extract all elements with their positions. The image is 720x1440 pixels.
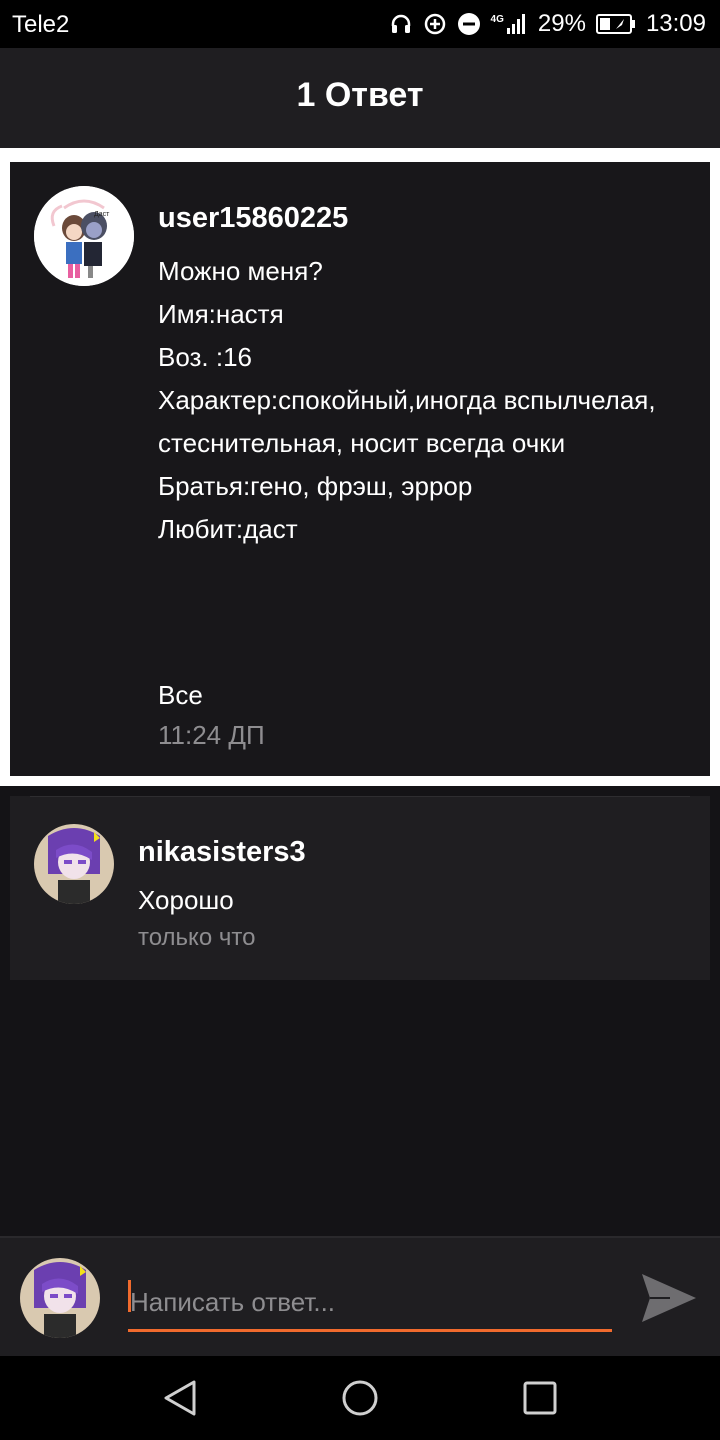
network-type-label: 4G bbox=[490, 14, 504, 25]
avatar-handwriting: Даст bbox=[94, 211, 110, 218]
data-saver-icon bbox=[423, 12, 447, 36]
post-line: Можно меня? bbox=[158, 256, 323, 286]
recents-icon bbox=[523, 1381, 557, 1415]
carrier-label: Tele2 bbox=[12, 11, 70, 38]
clock: 13:09 bbox=[645, 10, 706, 37]
text-caret bbox=[128, 1280, 131, 1312]
current-user-avatar bbox=[20, 1258, 100, 1338]
post-line: Любит:даст bbox=[158, 514, 298, 544]
headphones-icon bbox=[389, 12, 413, 36]
post-line: Воз. :16 bbox=[158, 342, 253, 372]
home-button[interactable] bbox=[340, 1378, 380, 1418]
post-author-avatar[interactable]: Даст bbox=[34, 186, 134, 286]
post-username[interactable]: user15860225 bbox=[158, 202, 348, 235]
signal-icon: 4G bbox=[491, 13, 528, 35]
home-icon bbox=[342, 1380, 378, 1416]
dnd-icon bbox=[457, 12, 481, 36]
post-body: Можно меня? Имя:настя Воз. :16 Характер:… bbox=[158, 250, 678, 551]
post-line: Имя:настя bbox=[158, 299, 284, 329]
reply-author-avatar[interactable] bbox=[34, 824, 114, 904]
battery-percent: 29% bbox=[537, 10, 586, 37]
reply-item: nikasisters3 Хорошо только что bbox=[10, 796, 710, 980]
reply-composer bbox=[0, 1236, 720, 1358]
system-nav-bar bbox=[0, 1356, 720, 1440]
reply-text: Хорошо bbox=[138, 885, 234, 915]
post-line: Братья:гено, фрэш, эррор bbox=[158, 471, 473, 501]
battery-icon bbox=[595, 13, 636, 35]
send-button[interactable] bbox=[640, 1272, 698, 1324]
status-icons: 4G 29% 13:09 bbox=[389, 9, 706, 39]
post-line: Характер:спокойный,иногда вспылчелая, ст… bbox=[158, 385, 663, 458]
post-tail: Все bbox=[158, 680, 203, 710]
back-icon bbox=[164, 1380, 196, 1416]
back-button[interactable] bbox=[160, 1378, 200, 1418]
reply-username[interactable]: nikasisters3 bbox=[138, 836, 306, 869]
status-bar: Tele2 4G 29% 13:09 bbox=[0, 0, 720, 48]
reply-input[interactable] bbox=[128, 1276, 612, 1332]
header-bar: 1 Ответ bbox=[0, 48, 720, 152]
page-title: 1 Ответ bbox=[296, 76, 424, 114]
reply-divider bbox=[30, 796, 690, 797]
post-timestamp: 11:24 ДП bbox=[158, 720, 265, 750]
recents-button[interactable] bbox=[520, 1378, 560, 1418]
post-card: Даст user15860225 Можно меня? Имя:настя … bbox=[10, 162, 710, 776]
original-post: Даст user15860225 Можно меня? Имя:настя … bbox=[0, 152, 720, 786]
reply-timestamp: только что bbox=[138, 924, 256, 951]
send-icon bbox=[642, 1274, 696, 1322]
